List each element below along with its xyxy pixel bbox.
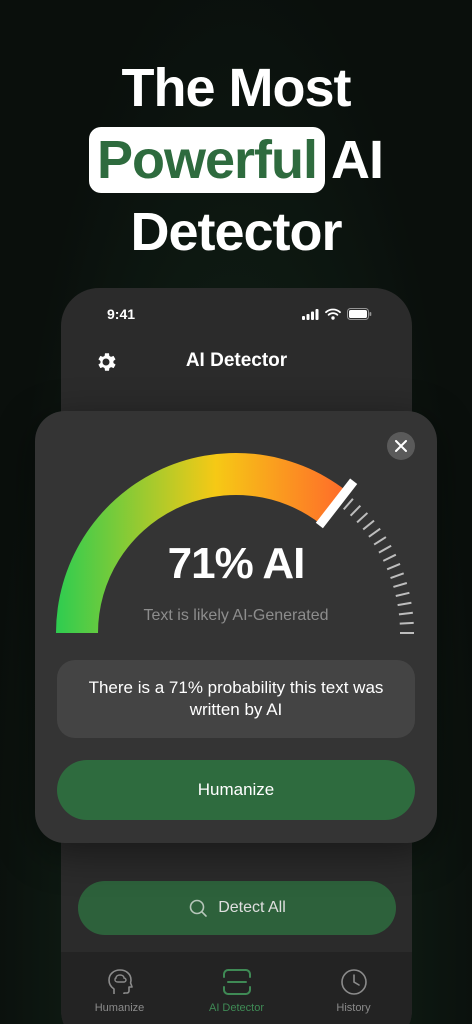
signal-icon <box>302 308 319 320</box>
tab-ai-detector[interactable]: AI Detector <box>192 968 282 1024</box>
status-bar: 9:41 <box>61 306 412 326</box>
headline-line-3: Detector <box>130 202 342 262</box>
humanize-button[interactable]: Humanize <box>57 760 415 820</box>
ai-percent-label: 71% AI <box>167 539 306 588</box>
tab-humanize-label: Humanize <box>94 1002 145 1014</box>
scan-frame-icon <box>222 969 251 995</box>
clock-icon <box>340 969 367 995</box>
gauge-tick <box>362 519 375 531</box>
gauge-tick <box>349 504 362 517</box>
headline-line-2: AI <box>331 130 384 190</box>
wifi-icon <box>325 308 341 320</box>
gauge-tick <box>395 591 410 597</box>
gauge-tick <box>356 512 369 524</box>
gauge-tick <box>342 498 354 511</box>
app-title: AI Detector <box>185 350 288 371</box>
headline-highlight: Powerful <box>88 127 326 193</box>
detect-all-button[interactable]: Detect All <box>78 881 396 935</box>
search-icon <box>189 899 208 917</box>
gauge-tick <box>397 601 412 607</box>
detect-all-label: Detect All <box>218 899 286 916</box>
result-subtitle: Text is likely AI-Generated <box>143 607 329 624</box>
tab-history[interactable]: History <box>309 968 399 1024</box>
tab-bar: Humanize AI Detector History <box>61 952 412 1024</box>
tab-humanize[interactable]: Humanize <box>75 968 165 1024</box>
tab-ai-detector-label: AI Detector <box>208 1002 265 1014</box>
promo-headline: The Most Powerful AI Detector <box>0 52 472 268</box>
result-modal: 71% AI Text is likely AI-Generated There… <box>35 411 437 843</box>
probability-description: There is a 71% probability this text was… <box>57 660 415 738</box>
gauge-tick <box>368 527 381 538</box>
humanize-button-label: Humanize <box>197 780 275 799</box>
brain-head-icon <box>107 969 133 994</box>
status-time: 9:41 <box>107 306 136 322</box>
headline-line-1: The Most <box>121 58 352 118</box>
battery-icon <box>347 308 372 320</box>
tab-history-label: History <box>336 1002 371 1014</box>
